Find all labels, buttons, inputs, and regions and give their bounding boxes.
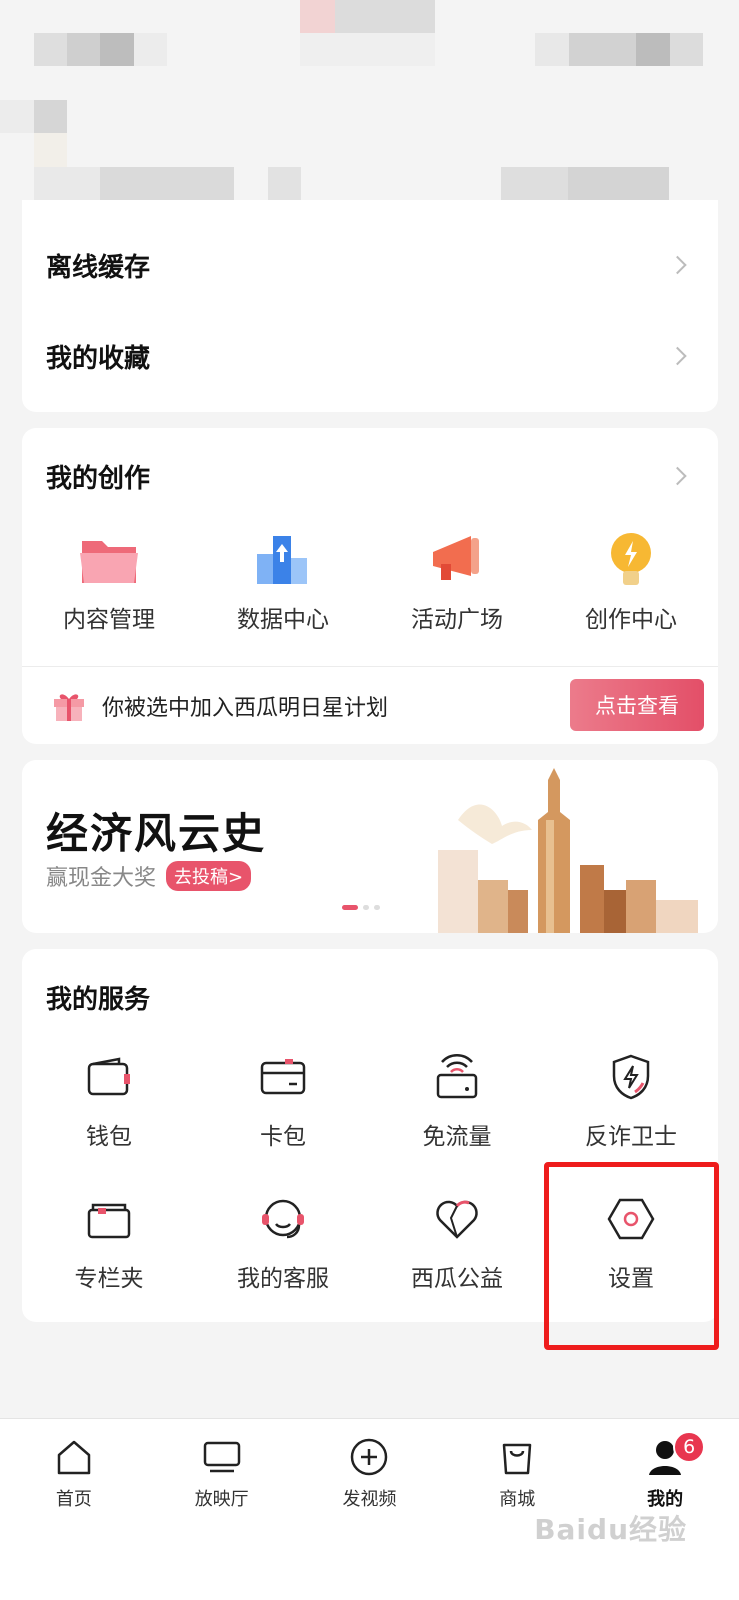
creation-title: 我的创作 (46, 463, 151, 494)
creator-center-label: 创作中心 (585, 607, 677, 633)
wallet-item[interactable]: 钱包 (22, 1045, 196, 1151)
anti-fraud-label: 反诈卫士 (585, 1124, 677, 1150)
blurred-header (0, 0, 739, 200)
data-center-label: 数据中心 (237, 607, 329, 633)
creation-card: 我的创作 内容管理 数据中心 活动广场 创作中心 你被选中加入西瓜明日星计划 点… (22, 428, 718, 744)
quick-links-card: 离线缓存 我的收藏 (22, 200, 718, 412)
anti-fraud-item[interactable]: 反诈卫士 (544, 1045, 718, 1151)
economy-banner[interactable]: 经济风云史 赢现金大奖 去投稿> (22, 760, 718, 933)
free-data-label: 免流量 (422, 1124, 492, 1150)
notification-badge: 6 (673, 1431, 706, 1463)
tab-theater-label: 放映厅 (194, 1489, 249, 1510)
services-header: 我的服务 (22, 952, 718, 1042)
shopping-bag-icon (503, 1443, 532, 1475)
chevron-right-icon (668, 255, 687, 275)
free-data-item[interactable]: 免流量 (370, 1045, 544, 1151)
heart-icon (370, 1187, 544, 1251)
promo-text: 你被选中加入西瓜明日星计划 (102, 695, 389, 721)
city-skyline-illustration (438, 768, 698, 933)
tab-theater[interactable]: 放映厅 (148, 1419, 296, 1600)
banner-title: 经济风云史 (46, 809, 267, 858)
tab-post-video[interactable]: 发视频 (296, 1419, 444, 1600)
customer-service-label: 我的客服 (237, 1266, 329, 1292)
favorites-label: 我的收藏 (46, 343, 151, 374)
shield-icon (544, 1045, 718, 1109)
data-center-item[interactable]: 数据中心 (196, 528, 370, 634)
offline-cache-row[interactable]: 离线缓存 (22, 220, 718, 310)
settings-highlight-box (544, 1162, 719, 1350)
content-management-label: 内容管理 (63, 607, 155, 633)
folder-icon (22, 528, 196, 592)
submit-tag[interactable]: 去投稿> (166, 861, 252, 891)
column-folder-item[interactable]: 专栏夹 (22, 1187, 196, 1293)
view-now-button[interactable]: 点击查看 (570, 679, 704, 731)
content-management-item[interactable]: 内容管理 (22, 528, 196, 634)
tv-icon (203, 1441, 240, 1473)
card-pack-label: 卡包 (260, 1124, 306, 1150)
services-title: 我的服务 (46, 984, 151, 1015)
headset-icon (196, 1187, 370, 1251)
favorites-row[interactable]: 我的收藏 (22, 311, 718, 401)
column-folder-icon (22, 1187, 196, 1251)
wallet-icon (22, 1045, 196, 1109)
plus-circle-icon (351, 1438, 388, 1476)
star-plan-promo[interactable]: 你被选中加入西瓜明日星计划 点击查看 (22, 667, 718, 744)
megaphone-icon (370, 528, 544, 592)
tab-home[interactable]: 首页 (0, 1419, 148, 1600)
wallet-label: 钱包 (86, 1124, 132, 1150)
data-chart-icon (196, 528, 370, 592)
creation-header-row[interactable]: 我的创作 (22, 431, 718, 521)
activity-plaza-item[interactable]: 活动广场 (370, 528, 544, 634)
charity-item[interactable]: 西瓜公益 (370, 1187, 544, 1293)
column-folder-label: 专栏夹 (74, 1266, 144, 1292)
activity-plaza-label: 活动广场 (411, 607, 503, 633)
chevron-right-icon (668, 346, 687, 366)
banner-subtitle: 赢现金大奖 (46, 866, 157, 891)
lightbulb-icon (544, 528, 718, 592)
baidu-watermark: Baidu经验 (534, 1513, 687, 1546)
customer-service-item[interactable]: 我的客服 (196, 1187, 370, 1293)
wifi-router-icon (370, 1045, 544, 1109)
offline-cache-label: 离线缓存 (46, 252, 151, 283)
gift-icon (52, 689, 86, 723)
card-pack-item[interactable]: 卡包 (196, 1045, 370, 1151)
chevron-right-icon (668, 466, 687, 486)
tab-post-video-label: 发视频 (342, 1489, 397, 1510)
tab-home-label: 首页 (55, 1489, 92, 1510)
charity-label: 西瓜公益 (411, 1266, 503, 1292)
carousel-dots (342, 905, 380, 910)
home-icon (57, 1440, 91, 1475)
card-icon (196, 1045, 370, 1109)
creator-center-item[interactable]: 创作中心 (544, 528, 718, 634)
